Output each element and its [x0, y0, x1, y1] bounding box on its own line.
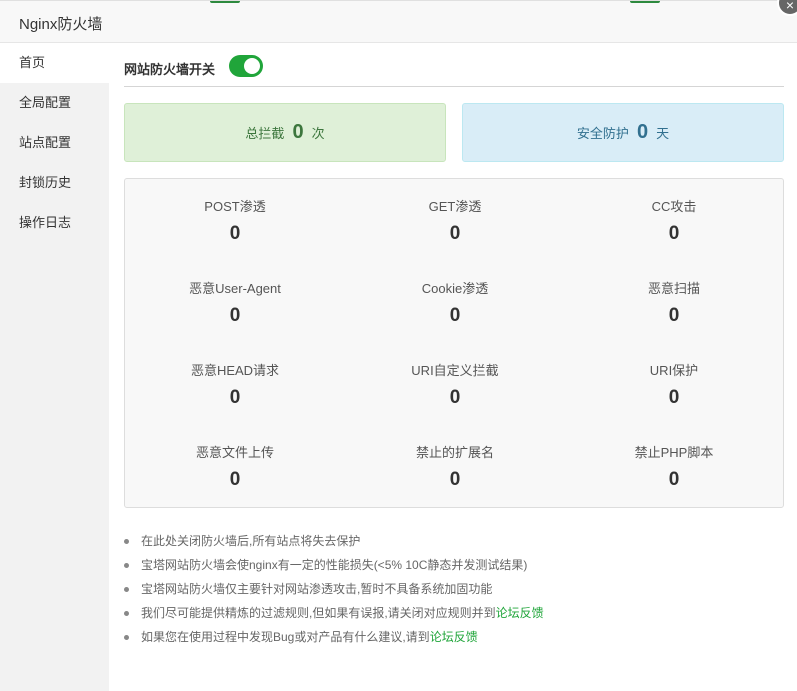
toggle-knob — [244, 58, 260, 74]
list-item: 宝塔网站防火墙会使nginx有一定的性能损失(<5% 10C静态并发测试结果) — [124, 553, 784, 577]
main-content: 网站防火墙开关 总拦截 0 次 安全防护 0 天 POST渗透 0 GET渗透 … — [124, 43, 784, 644]
stat-label: 禁止的扩展名 — [415, 445, 494, 460]
stat-label: Cookie渗透 — [421, 281, 489, 296]
total-blocked-box: 总拦截 0 次 — [124, 103, 446, 162]
list-item: 如果您在使用过程中发现Bug或对产品有什么建议,请到论坛反馈 — [124, 625, 784, 649]
stat-label: 恶意扫描 — [647, 281, 700, 296]
stat-value: 0 — [449, 223, 461, 244]
titlebar-accent — [630, 1, 660, 3]
list-item: 宝塔网站防火墙仅主要针对网站渗透攻击,暂时不具备系统加固功能 — [124, 577, 784, 601]
stat-cell: 禁止PHP脚本 0 — [564, 442, 784, 491]
firewall-toggle[interactable] — [229, 55, 263, 77]
safe-days-value: 0 — [636, 121, 649, 143]
sidebar-item-operation-log[interactable]: 操作日志 — [0, 203, 109, 243]
stat-value: 0 — [668, 223, 680, 244]
bullet-icon — [124, 563, 129, 568]
bullet-icon — [124, 587, 129, 592]
stat-cell: 禁止的扩展名 0 — [345, 442, 565, 491]
stat-value: 0 — [449, 387, 461, 408]
stat-value: 0 — [229, 387, 241, 408]
sidebar-item-block-history[interactable]: 封锁历史 — [0, 163, 109, 203]
stat-cell: 恶意User-Agent 0 — [125, 278, 345, 327]
forum-feedback-link[interactable]: 论坛反馈 — [496, 606, 544, 620]
stat-label: URI自定义拦截 — [411, 363, 499, 378]
stat-cell: 恶意HEAD请求 0 — [125, 360, 345, 409]
stat-cell: POST渗透 0 — [125, 196, 345, 245]
stat-value: 0 — [449, 469, 461, 490]
stat-value: 0 — [668, 305, 680, 326]
stat-value: 0 — [668, 387, 680, 408]
stat-cell: Cookie渗透 0 — [345, 278, 565, 327]
note-text: 我们尽可能提供精炼的过滤规则,但如果有误报,请关闭对应规则并到 — [141, 606, 496, 620]
window-titlebar: Nginx防火墙 — [0, 0, 797, 43]
bullet-icon — [124, 635, 129, 640]
list-item: 在此处关闭防火墙后,所有站点将失去保护 — [124, 529, 784, 553]
stat-label: URI保护 — [649, 363, 699, 378]
total-blocked-label: 总拦截 — [245, 126, 285, 141]
stat-label: GET渗透 — [428, 199, 482, 214]
stat-value: 0 — [668, 469, 680, 490]
sidebar-item-home[interactable]: 首页 — [0, 43, 109, 83]
notes-list: 在此处关闭防火墙后,所有站点将失去保护 宝塔网站防火墙会使nginx有一定的性能… — [124, 529, 784, 649]
safe-days-label: 安全防护 — [576, 126, 629, 141]
stat-cell: GET渗透 0 — [345, 196, 565, 245]
stat-cell: URI保护 0 — [564, 360, 784, 409]
stat-cell: 恶意扫描 0 — [564, 278, 784, 327]
safe-days-box: 安全防护 0 天 — [462, 103, 784, 162]
stat-cell: CC攻击 0 — [564, 196, 784, 245]
note-text: 宝塔网站防火墙会使nginx有一定的性能损失(<5% 10C静态并发测试结果) — [141, 558, 528, 572]
firewall-switch-row: 网站防火墙开关 — [124, 43, 784, 87]
stat-label: 恶意文件上传 — [195, 445, 274, 460]
total-blocked-unit: 次 — [311, 126, 325, 141]
note-text: 在此处关闭防火墙后,所有站点将失去保护 — [141, 534, 361, 548]
stat-label: 恶意User-Agent — [189, 281, 281, 296]
bullet-icon — [124, 611, 129, 616]
note-text: 宝塔网站防火墙仅主要针对网站渗透攻击,暂时不具备系统加固功能 — [141, 582, 493, 596]
stat-cell: 恶意文件上传 0 — [125, 442, 345, 491]
stat-label: POST渗透 — [204, 199, 266, 214]
sidebar-item-site-config[interactable]: 站点配置 — [0, 123, 109, 163]
safe-days-unit: 天 — [656, 126, 670, 141]
attack-stats-panel: POST渗透 0 GET渗透 0 CC攻击 0 恶意User-Agent 0 C… — [124, 178, 784, 508]
stat-value: 0 — [229, 469, 241, 490]
stat-label: CC攻击 — [651, 199, 697, 214]
stat-value: 0 — [229, 305, 241, 326]
bullet-icon — [124, 539, 129, 544]
stat-cell: URI自定义拦截 0 — [345, 360, 565, 409]
window-title: Nginx防火墙 — [19, 16, 103, 33]
titlebar-accent — [210, 1, 240, 3]
sidebar: 首页 全局配置 站点配置 封锁历史 操作日志 — [0, 43, 109, 691]
forum-feedback-link[interactable]: 论坛反馈 — [430, 630, 478, 644]
list-item: 我们尽可能提供精炼的过滤规则,但如果有误报,请关闭对应规则并到论坛反馈 — [124, 601, 784, 625]
stat-label: 禁止PHP脚本 — [634, 445, 714, 460]
firewall-switch-label: 网站防火墙开关 — [124, 62, 216, 77]
total-blocked-value: 0 — [292, 121, 304, 143]
stat-value: 0 — [449, 305, 461, 326]
stat-label: 恶意HEAD请求 — [190, 363, 280, 378]
sidebar-item-global-config[interactable]: 全局配置 — [0, 83, 109, 123]
note-text: 如果您在使用过程中发现Bug或对产品有什么建议,请到 — [141, 630, 430, 644]
stat-value: 0 — [229, 223, 241, 244]
